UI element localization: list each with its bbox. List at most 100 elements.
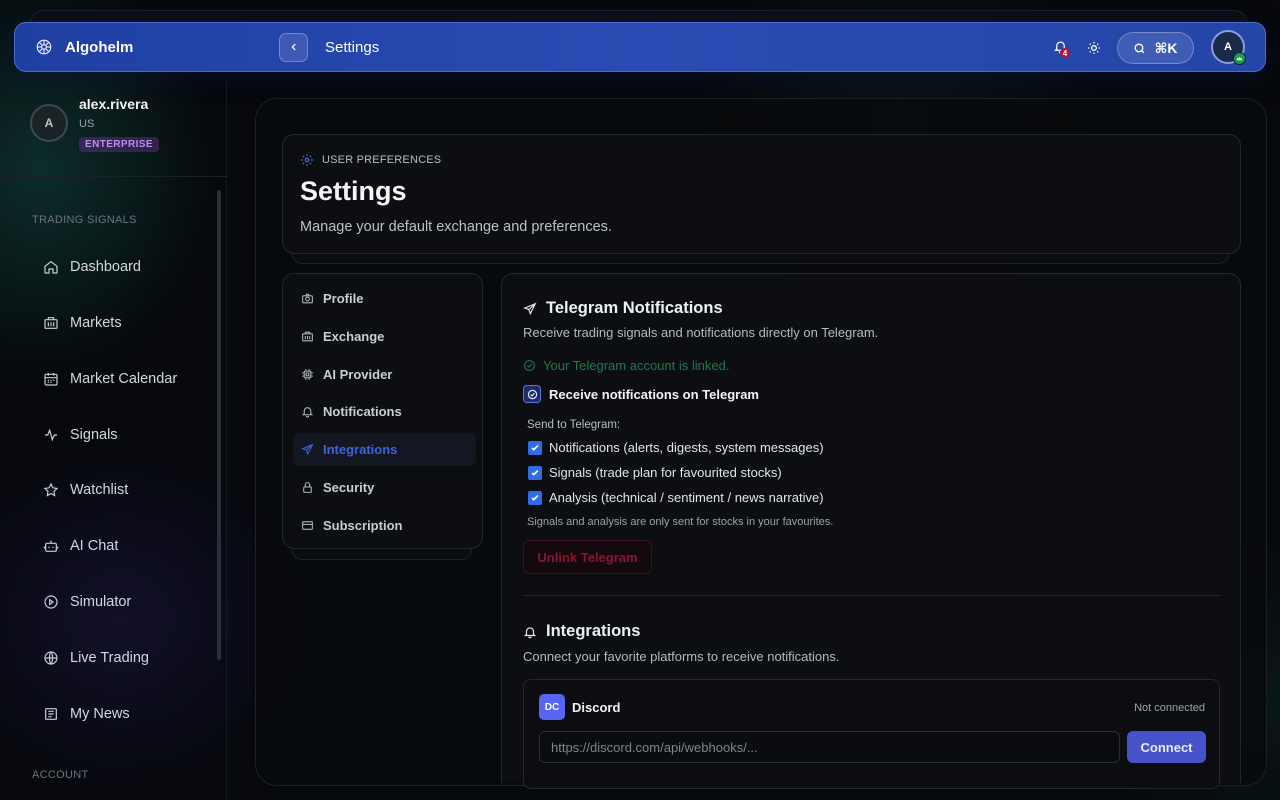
discord-connect-button[interactable]: Connect (1127, 731, 1206, 763)
search-shortcut-label: ⌘K (1154, 39, 1178, 56)
theme-toggle-sun-icon[interactable] (1086, 40, 1102, 56)
settings-tab-subscription[interactable]: Subscription (293, 509, 476, 542)
discord-webhook-input[interactable] (539, 731, 1120, 763)
avatar-initial: A (1224, 41, 1232, 53)
settings-tab-label: Subscription (323, 518, 403, 533)
bell-icon (301, 407, 314, 418)
sidebar-item-signals[interactable]: Signals (30, 415, 210, 455)
receive-telegram-label: Receive notifications on Telegram (549, 386, 759, 402)
bot-icon (43, 540, 59, 552)
telegram-section-title: Telegram Notifications (523, 299, 723, 318)
receive-telegram-toggle[interactable]: Receive notifications on Telegram (523, 385, 759, 403)
sidebar-divider (0, 176, 227, 177)
back-button[interactable] (279, 32, 308, 62)
sidebar-scrollbar[interactable] (217, 190, 221, 660)
brand[interactable]: Algohelm (35, 38, 133, 56)
play-circle-icon (44, 595, 58, 609)
option-label: Notifications (alerts, digests, system m… (549, 440, 824, 455)
sidebar-item-label: Markets (70, 315, 122, 331)
sidebar-item-dashboard[interactable]: Dashboard (30, 247, 210, 287)
sidebar-item-label: Market Calendar (70, 371, 178, 387)
sidebar-item-my-news[interactable]: My News (30, 694, 210, 734)
newspaper-icon (45, 708, 57, 720)
app-name: Algohelm (65, 38, 134, 56)
checkmark-icon (531, 444, 539, 451)
algohelm-logo-icon (36, 39, 52, 55)
credit-card-icon (302, 521, 313, 530)
settings-tab-label: Integrations (323, 442, 398, 457)
receive-telegram-checkbox[interactable] (523, 385, 541, 403)
favourites-note: Signals and analysis are only sent for s… (527, 516, 834, 528)
home-icon (44, 260, 58, 274)
user-avatar-button[interactable]: A (1211, 30, 1246, 65)
sidebar-item-watchlist[interactable]: Watchlist (30, 470, 210, 510)
avatar: A (30, 104, 68, 142)
camera-icon (302, 293, 313, 304)
page-title-crumb: Settings (325, 38, 380, 56)
settings-tab-notifications[interactable]: Notifications (293, 395, 476, 428)
settings-tab-label: Profile (323, 291, 364, 306)
sidebar-item-label: Simulator (70, 594, 132, 610)
telegram-description: Receive trading signals and notification… (523, 325, 879, 340)
send-to-label: Send to Telegram: (527, 419, 621, 431)
integrations-description: Connect your favorite platforms to recei… (523, 649, 840, 664)
checkmark-icon (531, 469, 539, 476)
eyebrow-label: USER PREFERENCES (322, 154, 442, 166)
option-notifications[interactable]: Notifications (alerts, digests, system m… (528, 440, 824, 455)
sidebar-item-label: Signals (70, 427, 118, 443)
sidebar-section-trading: TRADING SIGNALS (32, 214, 137, 226)
sidebar-item-markets[interactable]: Markets (30, 303, 210, 343)
eyebrow: USER PREFERENCES (300, 153, 441, 167)
settings-tab-profile[interactable]: Profile (293, 282, 476, 315)
bell-icon (523, 626, 537, 638)
settings-tab-ai-provider[interactable]: AI Provider (293, 358, 476, 391)
sidebar-item-simulator[interactable]: Simulator (30, 582, 210, 622)
settings-tab-exchange[interactable]: Exchange (293, 320, 476, 353)
gear-icon (301, 154, 313, 166)
settings-header-card: USER PREFERENCES Settings Manage your de… (282, 134, 1241, 254)
sidebar-item-market-calendar[interactable]: Market Calendar (30, 359, 210, 399)
sidebar-item-ai-chat[interactable]: AI Chat (30, 526, 210, 566)
integrations-section-title: Integrations (523, 622, 640, 641)
settings-tab-label: Notifications (323, 404, 402, 419)
star-icon (43, 482, 59, 497)
unlink-telegram-button[interactable]: Unlink Telegram (523, 540, 652, 574)
settings-tab-label: AI Provider (323, 367, 393, 382)
option-signals-checkbox[interactable] (528, 465, 542, 480)
sidebar-item-label: Dashboard (70, 259, 141, 275)
option-label: Analysis (technical / sentiment / news n… (549, 490, 824, 505)
telegram-title: Telegram Notifications (546, 299, 723, 317)
settings-tab-label: Security (323, 480, 375, 495)
checkmark-icon (531, 494, 539, 501)
send-icon (301, 443, 314, 456)
globe-icon (44, 651, 58, 665)
page-subtitle: Manage your default exchange and prefere… (300, 219, 612, 235)
settings-tab-integrations[interactable]: Integrations (293, 433, 476, 466)
user-profile-block[interactable]: A alex.rivera US ENTERPRISE (30, 96, 220, 160)
option-notifications-checkbox[interactable] (528, 440, 542, 455)
integrations-content: Telegram Notifications Receive trading s… (501, 273, 1241, 789)
discord-name: Discord (572, 700, 621, 715)
settings-tab-security[interactable]: Security (293, 471, 476, 504)
markets-icon (44, 317, 58, 329)
sidebar-item-live-trading[interactable]: Live Trading (30, 638, 210, 678)
discord-integration-card: DC Discord Not connected Connect (523, 679, 1220, 789)
discord-status: Not connected (1134, 702, 1205, 714)
check-circle-icon (527, 389, 537, 399)
option-signals[interactable]: Signals (trade plan for favourited stock… (528, 465, 782, 480)
notifications-button[interactable]: 4 (1053, 39, 1071, 58)
linked-status-text: Your Telegram account is linked. (543, 358, 730, 373)
bank-icon (302, 331, 313, 342)
discord-logo: DC (539, 694, 565, 720)
top-bar: Algohelm Settings 4 ⌘K A (14, 22, 1266, 72)
option-analysis-checkbox[interactable] (528, 490, 542, 505)
sidebar-section-account: ACCOUNT (32, 769, 89, 781)
plan-badge: ENTERPRISE (79, 137, 159, 152)
sidebar-item-label: AI Chat (70, 538, 119, 554)
user-country: US (79, 118, 95, 130)
option-analysis[interactable]: Analysis (technical / sentiment / news n… (528, 490, 824, 505)
command-search-button[interactable]: ⌘K (1117, 32, 1194, 64)
crown-icon (1236, 56, 1243, 61)
check-circle-icon (524, 360, 535, 371)
option-label: Signals (trade plan for favourited stock… (549, 465, 782, 480)
